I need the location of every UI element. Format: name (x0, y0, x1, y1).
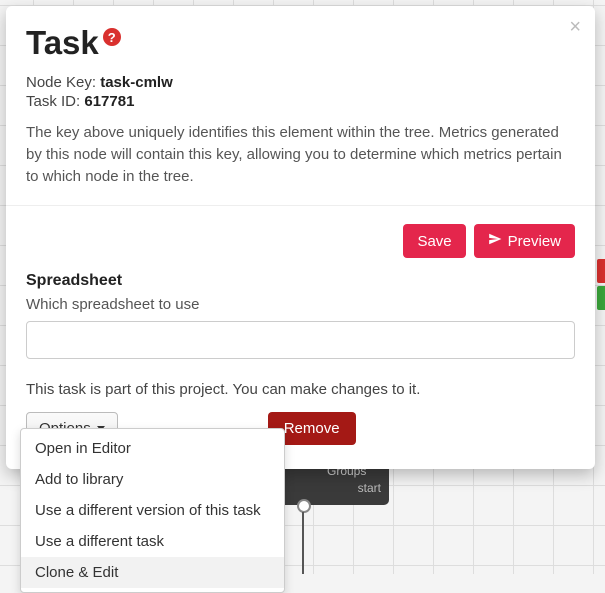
spreadsheet-help: Which spreadsheet to use (26, 296, 575, 313)
close-icon[interactable]: × (569, 16, 581, 39)
options-dropdown-item[interactable]: Clone & Edit (21, 557, 284, 588)
node-key-line: Node Key: task-cmlw (26, 74, 575, 91)
help-icon[interactable]: ? (103, 28, 121, 46)
task-modal: × Task ? Node Key: task-cmlw Task ID: 61… (6, 6, 595, 469)
node-key-value: task-cmlw (100, 74, 173, 91)
modal-description: The key above uniquely identifies this e… (26, 122, 575, 187)
side-tab-red[interactable] (597, 259, 605, 283)
remove-button-label: Remove (284, 420, 340, 437)
preview-button-label: Preview (508, 233, 561, 250)
modal-header: × Task ? Node Key: task-cmlw Task ID: 61… (6, 6, 595, 206)
spreadsheet-input[interactable] (26, 321, 575, 359)
modal-action-row: Save Preview (26, 224, 575, 258)
save-button[interactable]: Save (403, 224, 465, 258)
options-dropdown-item[interactable]: Add to library (21, 464, 284, 495)
modal-title: Task (26, 24, 99, 62)
project-note: This task is part of this project. You c… (26, 381, 575, 398)
preview-button[interactable]: Preview (474, 224, 575, 258)
options-dropdown-item[interactable]: Use a different task (21, 526, 284, 557)
spreadsheet-title: Spreadsheet (26, 272, 575, 290)
options-dropdown: Open in EditorAdd to libraryUse a differ… (20, 428, 285, 593)
paper-plane-icon (488, 232, 502, 250)
task-id-line: Task ID: 617781 (26, 93, 575, 110)
task-id-label: Task ID: (26, 93, 80, 110)
modal-title-row: Task ? (26, 24, 575, 62)
options-dropdown-item[interactable]: Use a different version of this task (21, 495, 284, 526)
task-id-value: 617781 (84, 93, 134, 110)
node-start-label: start (358, 481, 381, 495)
node-key-label: Node Key: (26, 74, 96, 91)
node-connector-line (302, 512, 304, 574)
node-output-port[interactable] (297, 499, 311, 513)
save-button-label: Save (417, 233, 451, 250)
side-tab-green[interactable] (597, 286, 605, 310)
options-dropdown-item[interactable]: Open in Editor (21, 433, 284, 464)
